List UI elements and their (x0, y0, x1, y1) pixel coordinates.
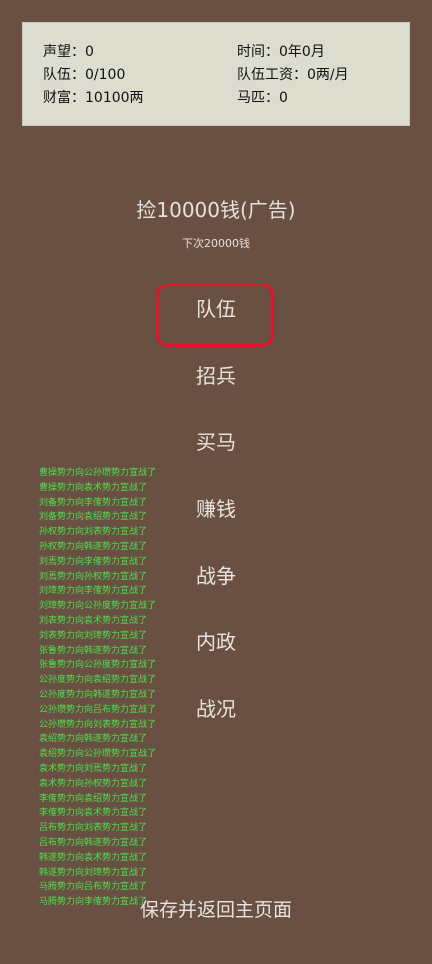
domestic-affairs-button[interactable]: 内政 (166, 629, 266, 655)
log-entry: 吕布势力向韩遂势力宣战了 (39, 837, 148, 848)
log-entry: 公孙瓒势力向刘表势力宣战了 (39, 719, 157, 730)
buy-horse-button[interactable]: 买马 (166, 429, 266, 455)
log-entry: 韩遂势力向袁术势力宣战了 (39, 852, 148, 863)
log-entry: 刘备势力向李傕势力宣战了 (39, 497, 148, 508)
log-entry: 孙权势力向韩遂势力宣战了 (39, 541, 148, 552)
horses-stat: 马匹：0 (237, 90, 288, 106)
log-entry: 刘璋势力向李傕势力宣战了 (39, 586, 148, 597)
war-declaration-log: 曹操势力向公孙瓒势力宣战了 曹操势力向袁术势力宣战了 刘备势力向李傕势力宣战了 … (39, 466, 179, 910)
log-entry: 刘焉势力向李傕势力宣战了 (39, 556, 148, 567)
log-entry: 曹操势力向公孙瓒势力宣战了 (39, 468, 157, 478)
log-entry: 马腾势力向吕布势力宣战了 (39, 882, 148, 893)
war-button[interactable]: 战争 (166, 563, 266, 589)
team-stat: 队伍：0/100 (43, 67, 126, 83)
log-entry: 袁绍势力向韩遂势力宣战了 (39, 734, 148, 745)
log-entry: 袁绍势力向公孙瓒势力宣战了 (39, 749, 157, 760)
stats-panel: 声望：0 时间：0年0月 队伍：0/100 队伍工资：0两/月 财富：10100… (22, 22, 410, 126)
battle-status-button[interactable]: 战况 (166, 696, 266, 722)
watch-ad-button[interactable]: 捡10000钱(广告) (0, 194, 432, 223)
log-entry: 公孙瓒势力向吕布势力宣战了 (39, 704, 157, 715)
log-entry: 张鲁势力向韩遂势力宣战了 (39, 645, 148, 656)
log-entry: 公孙度势力向袁绍势力宣战了 (39, 675, 157, 686)
log-entry: 袁术势力向刘焉势力宣战了 (39, 763, 148, 774)
save-and-return-button[interactable]: 保存并返回主页面 (0, 895, 432, 922)
recruit-button[interactable]: 招兵 (166, 363, 266, 389)
wealth-stat: 财富：10100两 (43, 90, 144, 106)
log-entry: 孙权势力向刘表势力宣战了 (39, 527, 148, 538)
log-entry: 刘璋势力向公孙度势力宣战了 (39, 601, 157, 612)
log-entry: 公孙度势力向韩遂势力宣战了 (39, 689, 157, 700)
log-entry: 李傕势力向袁绍势力宣战了 (39, 793, 148, 804)
earn-money-button[interactable]: 赚钱 (166, 496, 266, 522)
log-entry: 韩遂势力向刘璋势力宣战了 (39, 867, 148, 878)
log-entry: 刘备势力向袁绍势力宣战了 (39, 512, 148, 523)
time-stat: 时间：0年0月 (237, 44, 325, 60)
log-entry: 张鲁势力向公孙度势力宣战了 (39, 660, 157, 671)
log-entry: 李傕势力向袁术势力宣战了 (39, 808, 148, 819)
next-reward-text: 下次20000钱 (182, 237, 250, 250)
log-entry: 吕布势力向刘表势力宣战了 (39, 823, 148, 834)
log-entry: 袁术势力向孙权势力宣战了 (39, 778, 148, 789)
log-entry: 刘表势力向袁术势力宣战了 (39, 615, 148, 626)
wage-stat: 队伍工资：0两/月 (237, 67, 349, 83)
prestige-stat: 声望：0 (43, 44, 94, 60)
log-entry: 刘焉势力向孙权势力宣战了 (39, 571, 148, 582)
team-button[interactable]: 队伍 (166, 296, 266, 322)
log-entry: 曹操势力向袁术势力宣战了 (39, 482, 148, 493)
log-entry: 刘表势力向刘璋势力宣战了 (39, 630, 148, 641)
